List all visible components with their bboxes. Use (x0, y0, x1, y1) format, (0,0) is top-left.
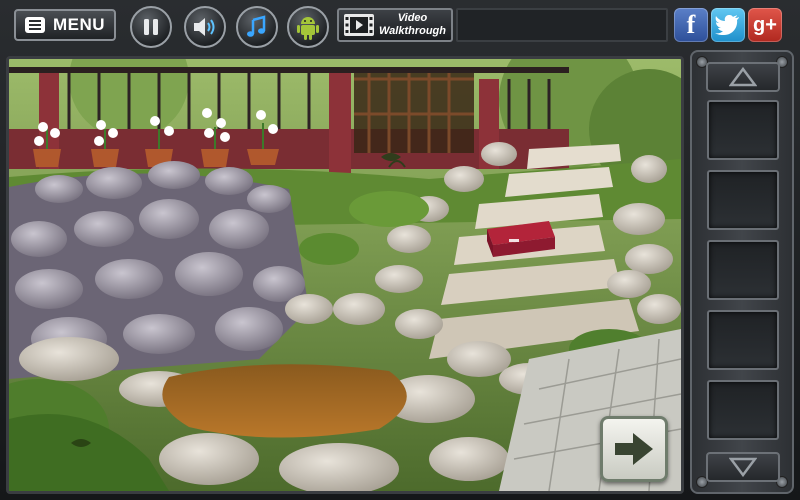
inventory-slot-2[interactable] (707, 170, 779, 230)
music-note-icon (247, 15, 266, 37)
triangle-down-icon (729, 457, 757, 477)
inventory-scroll-down[interactable] (706, 452, 780, 482)
facebook-button[interactable]: f (674, 8, 708, 42)
video-walkthrough-button[interactable]: Video Walkthrough (337, 8, 453, 42)
video-walkthrough-label: Video Walkthrough (378, 12, 446, 37)
inventory-slot-4[interactable] (707, 310, 779, 370)
scene-view (6, 56, 684, 494)
android-button[interactable] (287, 6, 329, 48)
pause-icon (144, 19, 158, 35)
speaker-icon (194, 18, 215, 36)
garden-scene (9, 59, 681, 491)
google-plus-button[interactable]: g+ (748, 8, 782, 42)
google-plus-icon: g+ (753, 13, 777, 36)
pause-button[interactable] (130, 6, 172, 48)
music-button[interactable] (236, 6, 278, 48)
top-toolbar: MENU Video Walkthrough f g+ (0, 0, 800, 50)
twitter-button[interactable] (711, 8, 745, 42)
inventory-scroll-up[interactable] (706, 62, 780, 92)
twitter-icon (715, 15, 739, 35)
next-scene-button[interactable] (600, 416, 668, 482)
inventory-panel (690, 50, 794, 494)
inventory-slot-1[interactable] (707, 100, 779, 160)
menu-icon (25, 17, 45, 33)
status-panel (456, 8, 668, 42)
sound-button[interactable] (184, 6, 226, 48)
menu-button[interactable]: MENU (14, 9, 116, 41)
android-icon (297, 17, 319, 40)
facebook-icon: f (686, 10, 696, 39)
arrow-right-icon (615, 433, 653, 465)
menu-label: MENU (53, 15, 106, 34)
triangle-up-icon (729, 67, 757, 87)
inventory-slot-3[interactable] (707, 240, 779, 300)
inventory-slot-5[interactable] (707, 380, 779, 440)
pond (162, 364, 407, 438)
film-icon (344, 14, 374, 36)
game-screen: MENU Video Walkthrough f g+ (0, 0, 800, 500)
wooden-gate[interactable] (354, 73, 474, 153)
